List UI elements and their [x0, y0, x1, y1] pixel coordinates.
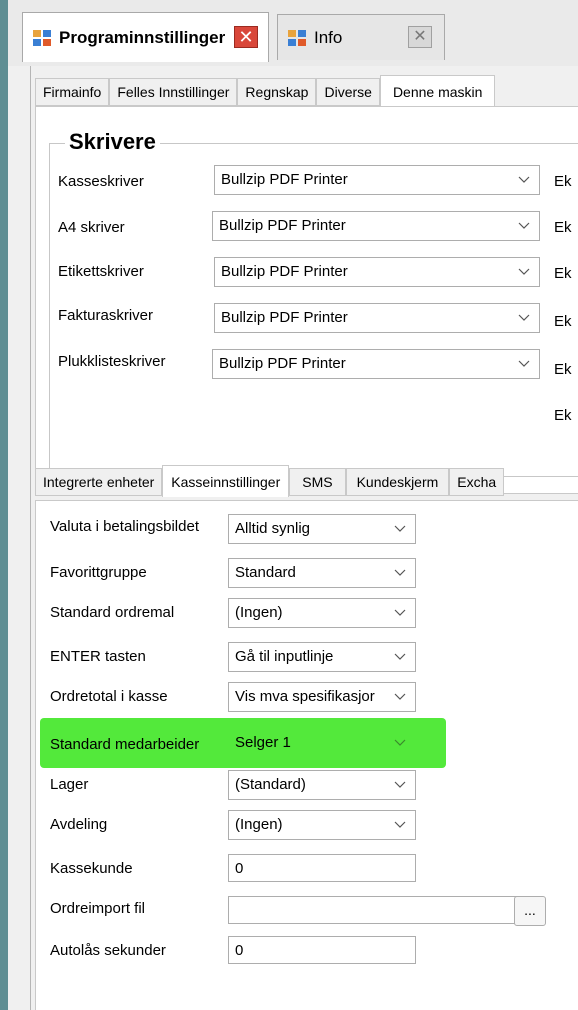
- field-label-kassekunde: Kassekunde: [50, 860, 133, 877]
- chevron-down-icon: [393, 605, 407, 619]
- select-ordretotal[interactable]: Vis mva spesifikasjor: [228, 682, 416, 712]
- field-label-autolas: Autolås sekunder: [50, 942, 166, 959]
- field-label-valuta: Valuta i betalingsbildet: [50, 518, 199, 535]
- select-value: (Ingen): [235, 816, 283, 833]
- input-autolas[interactable]: 0: [228, 936, 416, 964]
- field-label-favorittgruppe: Favorittgruppe: [50, 564, 147, 581]
- chevron-down-icon: [393, 649, 407, 663]
- browse-button[interactable]: ...: [514, 896, 546, 926]
- chevron-down-icon: [393, 777, 407, 791]
- select-value: (Ingen): [235, 604, 283, 621]
- select-value: Selger 1: [235, 734, 291, 751]
- select-ordremal[interactable]: (Ingen): [228, 598, 416, 628]
- field-label-medarbeider: Standard medarbeider: [50, 736, 200, 753]
- select-lager[interactable]: (Standard): [228, 770, 416, 800]
- chevron-down-icon: [393, 689, 407, 703]
- chevron-down-icon: [393, 565, 407, 579]
- input-value: 0: [235, 860, 244, 877]
- select-value: (Standard): [235, 776, 306, 793]
- field-label-lager: Lager: [50, 776, 89, 793]
- chevron-down-icon: [393, 735, 407, 749]
- select-enter-tasten[interactable]: Gå til inputlinje: [228, 642, 416, 672]
- select-medarbeider[interactable]: Selger 1: [228, 728, 416, 758]
- select-avdeling[interactable]: (Ingen): [228, 810, 416, 840]
- chevron-down-icon: [393, 817, 407, 831]
- kasse-form: Valuta i betalingsbildet Alltid synlig F…: [30, 0, 578, 1010]
- input-kassekunde[interactable]: 0: [228, 854, 416, 882]
- window-edge-strip: [0, 0, 8, 1010]
- chevron-down-icon: [393, 521, 407, 535]
- select-valuta[interactable]: Alltid synlig: [228, 514, 416, 544]
- input-ordreimport[interactable]: [228, 896, 534, 924]
- select-value: Standard: [235, 564, 296, 581]
- field-label-ordretotal: Ordretotal i kasse: [50, 688, 168, 705]
- field-label-ordremal: Standard ordremal: [50, 604, 175, 621]
- select-value: Gå til inputlinje: [235, 648, 334, 665]
- field-label-enter-tasten: ENTER tasten: [50, 648, 146, 665]
- select-favorittgruppe[interactable]: Standard: [228, 558, 416, 588]
- select-value: Vis mva spesifikasjor: [235, 688, 375, 705]
- select-value: Alltid synlig: [235, 520, 311, 537]
- input-value: 0: [235, 942, 244, 959]
- field-label-avdeling: Avdeling: [50, 816, 108, 833]
- field-label-ordreimport: Ordreimport fil: [50, 900, 146, 917]
